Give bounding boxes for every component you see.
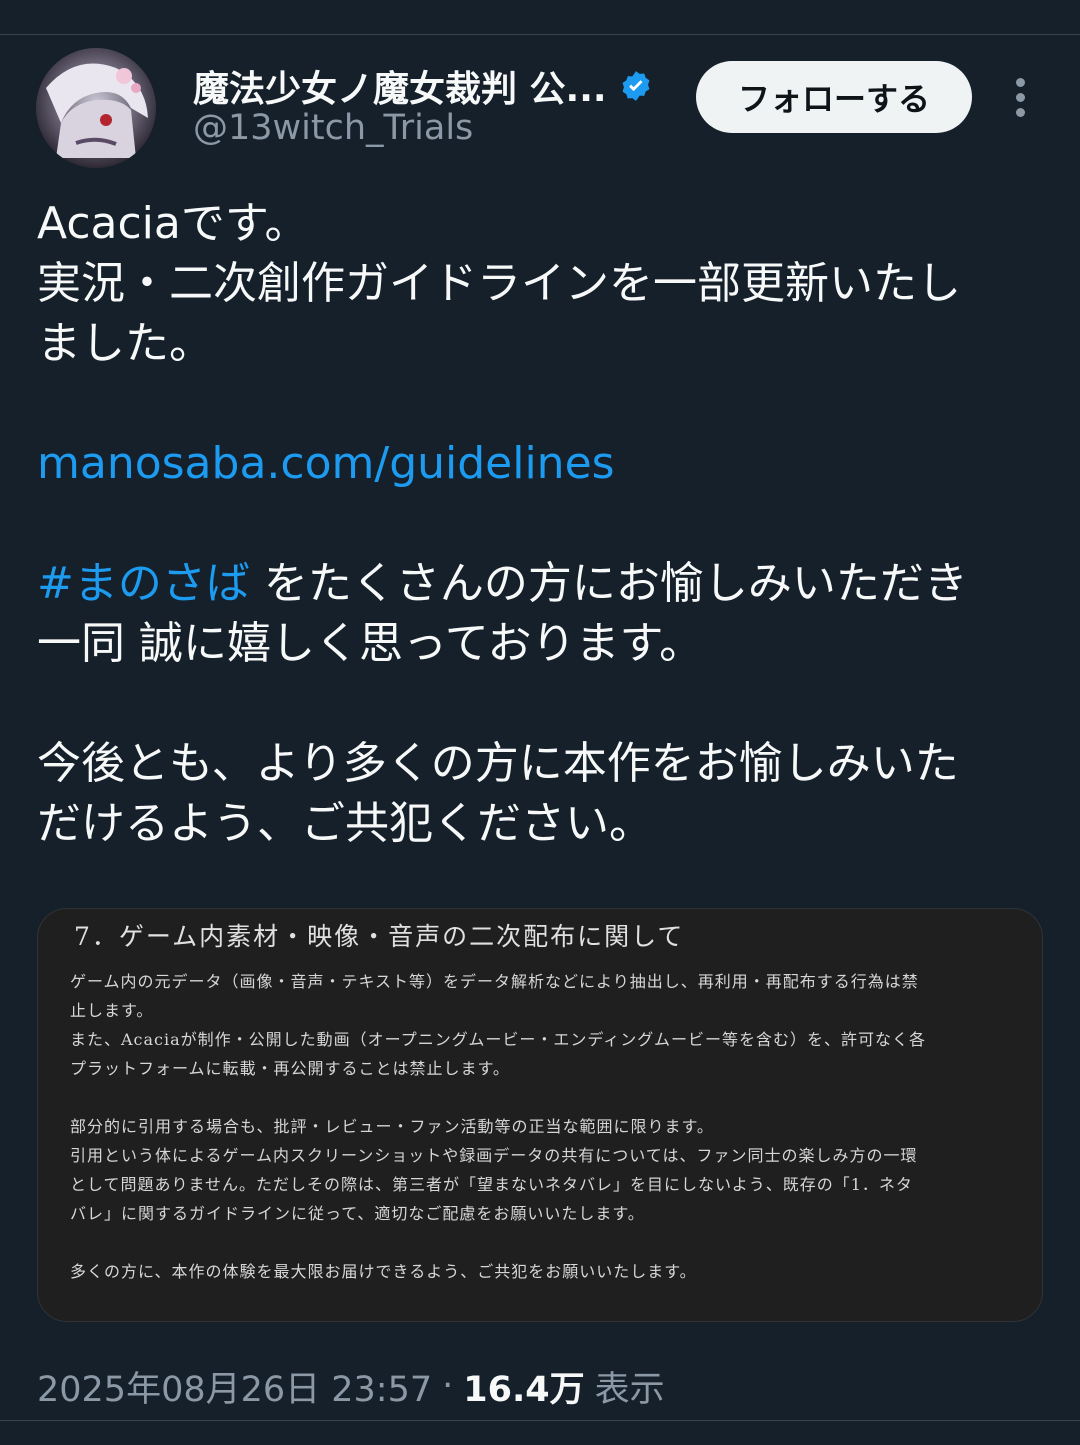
view-count-label: 表示 [594,1369,665,1410]
view-count[interactable]: 16.4万 [463,1361,584,1412]
doc-line: プラットフォームに転載・再公開することは禁止します。 [70,1059,510,1078]
tweet-gap [37,374,1047,434]
tweet-link-line: manosaba.com/guidelines [37,434,1047,494]
hashtag-link[interactable]: #まのさば [37,558,250,609]
meta-separator: · [442,1366,454,1406]
author-display-name[interactable]: 魔法少女ノ魔女裁判 公... [193,60,607,112]
doc-line: ゲーム内の元データ（画像・音声・テキスト等）をデータ解析などにより抽出し、再利用… [70,972,919,991]
avatar[interactable] [36,48,156,168]
author-handle[interactable]: @13witch_Trials [193,108,473,148]
more-options-icon[interactable] [1000,72,1040,122]
tweet-line: Acaciaです。 [37,198,309,249]
more-dot [1015,107,1025,117]
verified-badge-icon [622,71,650,101]
tweet-meta: 2025年08月26日 23:57 · 16.4万 表示 [37,1360,665,1412]
more-dot [1015,77,1025,87]
tweet-text: Acaciaです。 実況・二次創作ガイドラインを一部更新いたし ました。 man… [37,194,1047,854]
tweet-line: だけるよう、ご共犯ください。 [37,798,653,849]
doc-line: 多くの方に、本作の体験を最大限お届けできるよう、ご共犯をお願いいたします。 [70,1262,697,1281]
guidelines-link[interactable]: manosaba.com/guidelines [37,438,615,489]
avatar-image [36,48,156,168]
doc-gap [70,1228,1020,1257]
doc-line: 部分的に引用する場合も、批評・レビュー・ファン活動等の正当な範囲に限ります。 [70,1117,714,1136]
follow-button[interactable]: フォローする [696,61,972,133]
tweet-gap [37,674,1047,734]
tweet-gap [37,494,1047,554]
doc-line: 引用という体によるゲーム内スクリーンショットや録画データの共有については、ファン… [70,1146,918,1165]
timestamp[interactable]: 2025年08月26日 23:57 [37,1361,432,1412]
author-name-row[interactable]: 魔法少女ノ魔女裁判 公... [193,58,653,114]
tweet-line: 一同 誠に嬉しく思っております。 [37,618,704,669]
bottom-divider [0,1420,1080,1421]
tweet-line: ました。 [37,318,213,369]
doc-line: また、Acaciaが制作・公開した動画（オープニングムービー・エンディングムービ… [70,1030,926,1049]
top-divider [0,34,1080,35]
doc-line: として問題ありません。ただしその際は、第三者が「望まないネタバレ」を目にしないよ… [70,1175,913,1194]
tweet-line: 今後とも、より多くの方に本作をお愉しみいた [37,738,959,789]
tweet-line: 実況・二次創作ガイドラインを一部更新いたし [37,258,961,309]
doc-line: 止します。 [70,1001,154,1020]
more-dot [1015,92,1025,102]
attached-image[interactable]: 7．ゲーム内素材・映像・音声の二次配布に関して ゲーム内の元データ（画像・音声・… [37,908,1043,1322]
doc-gap [70,1083,1020,1112]
doc-heading: 7．ゲーム内素材・映像・音声の二次配布に関して [74,922,685,951]
doc-body: ゲーム内の元データ（画像・音声・テキスト等）をデータ解析などにより抽出し、再利用… [70,967,1020,1286]
tweet-line-text: をたくさんの方にお愉しみいただき [249,558,968,609]
doc-line: バレ」に関するガイドラインに従って、適切なご配慮をお願いいたします。 [70,1204,645,1223]
tweet-hashtag-line: #まのさば をたくさんの方にお愉しみいただき [37,554,1047,614]
